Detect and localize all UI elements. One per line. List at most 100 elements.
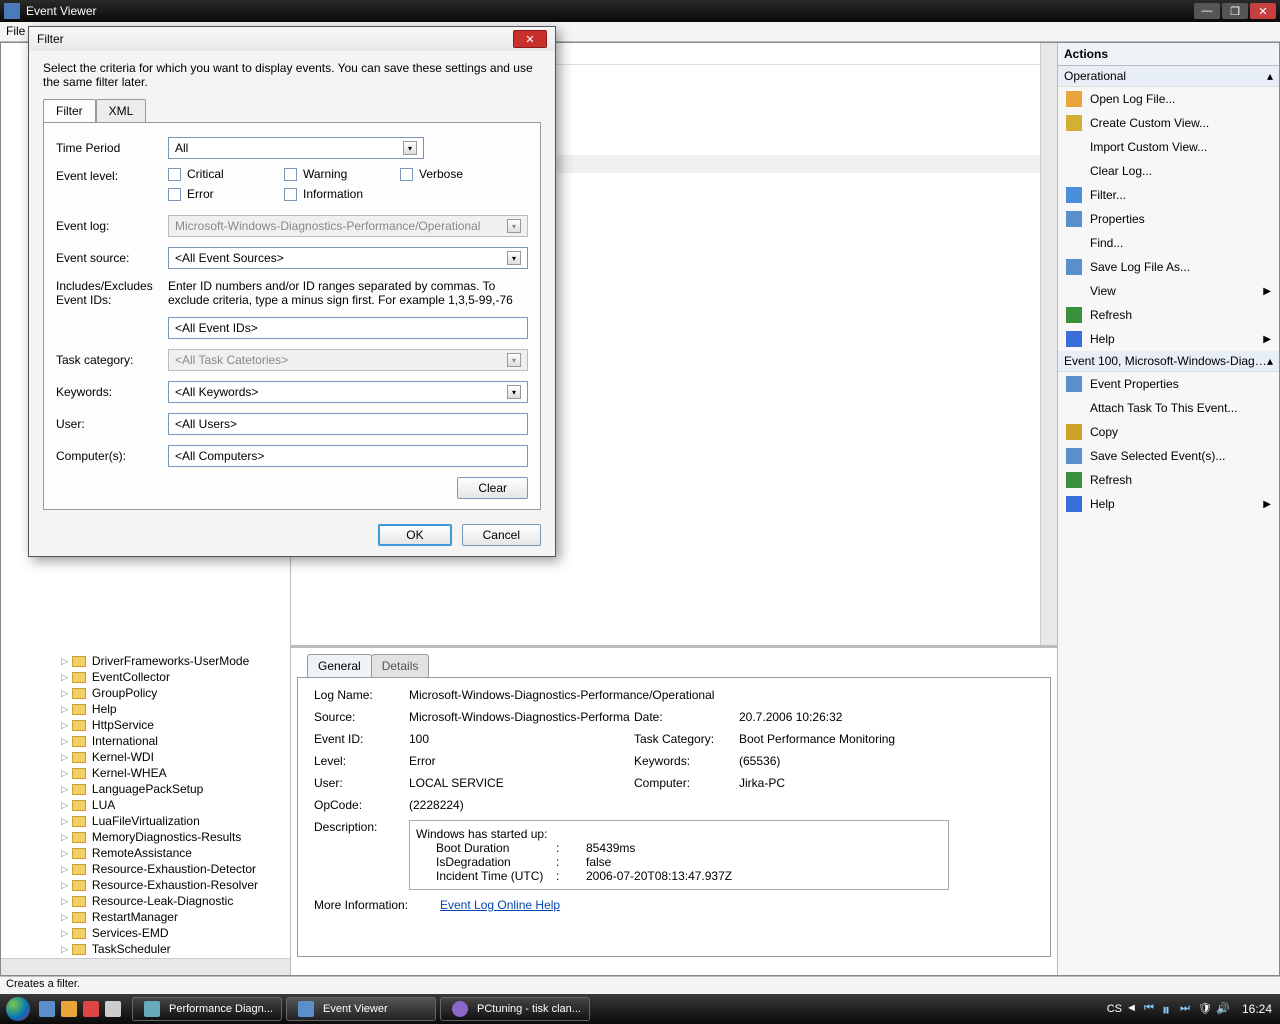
tray-icon[interactable]: ◄ <box>1126 1002 1140 1016</box>
tree-item[interactable]: ▷Resource-Exhaustion-Detector <box>1 861 290 877</box>
action-icon <box>1066 91 1082 107</box>
tree-item[interactable]: ▷RemoteAssistance <box>1 845 290 861</box>
tree-item[interactable]: ▷LanguagePackSetup <box>1 781 290 797</box>
action-icon <box>1066 472 1082 488</box>
action-item[interactable]: Help▶ <box>1058 327 1279 351</box>
clock[interactable]: 16:24 <box>1242 1002 1272 1016</box>
language-indicator[interactable]: CS <box>1107 1003 1122 1015</box>
tray-next-icon[interactable]: ⏭ <box>1180 1002 1194 1016</box>
tree-scrollbar[interactable] <box>1 958 290 975</box>
action-item[interactable]: Save Selected Event(s)... <box>1058 444 1279 468</box>
tree-item[interactable]: ▷TaskScheduler <box>1 941 290 957</box>
check-critical[interactable]: Critical <box>168 167 256 181</box>
action-item[interactable]: Import Custom View... <box>1058 135 1279 159</box>
check-error[interactable]: Error <box>168 187 256 201</box>
action-item[interactable]: Copy <box>1058 420 1279 444</box>
check-verbose[interactable]: Verbose <box>400 167 488 181</box>
quicklaunch-icon[interactable] <box>61 1001 77 1017</box>
action-item[interactable]: Open Log File... <box>1058 87 1279 111</box>
action-item[interactable]: Create Custom View... <box>1058 111 1279 135</box>
label-event-level: Event level: <box>56 169 168 183</box>
dialog-titlebar: Filter ✕ <box>29 27 555 51</box>
tab-filter[interactable]: Filter <box>43 99 96 122</box>
quicklaunch-icon[interactable] <box>105 1001 121 1017</box>
action-item[interactable]: Filter... <box>1058 183 1279 207</box>
ok-button[interactable]: OK <box>378 524 451 546</box>
select-event-source[interactable]: <All Event Sources>▾ <box>168 247 528 269</box>
tray-prev-icon[interactable]: ⏮ <box>1144 1002 1158 1016</box>
folder-icon <box>72 928 86 939</box>
select-task-category: <All Task Catetories>▾ <box>168 349 528 371</box>
label-time-period: Time Period <box>56 141 168 155</box>
action-item[interactable]: Refresh <box>1058 468 1279 492</box>
collapse-icon: ▴ <box>1267 69 1273 83</box>
folder-icon <box>72 944 86 955</box>
quicklaunch-icon[interactable] <box>83 1001 99 1017</box>
quicklaunch-icon[interactable] <box>39 1001 55 1017</box>
input-computers[interactable]: <All Computers> <box>168 445 528 467</box>
actions-section-operational[interactable]: Operational▴ <box>1058 66 1279 87</box>
taskbar-item-perfdiag[interactable]: Performance Diagn... <box>132 997 282 1021</box>
action-item[interactable]: Help▶ <box>1058 492 1279 516</box>
collapse-icon: ▴ <box>1267 354 1273 368</box>
input-user[interactable]: <All Users> <box>168 413 528 435</box>
tree-item[interactable]: ▷RestartManager <box>1 909 290 925</box>
action-icon <box>1066 307 1082 323</box>
v-keywords: (65536) <box>739 754 780 768</box>
tree-item[interactable]: ▷MemoryDiagnostics-Results <box>1 829 290 845</box>
tree-item[interactable]: ▷HttpService <box>1 717 290 733</box>
detail-tab-details[interactable]: Details <box>371 654 430 677</box>
tree-item[interactable]: ▷International <box>1 733 290 749</box>
actions-section-event[interactable]: Event 100, Microsoft-Windows-Diagn...▴ <box>1058 351 1279 372</box>
detail-tab-general[interactable]: General <box>307 654 372 677</box>
action-item[interactable]: Properties <box>1058 207 1279 231</box>
tree-item[interactable]: ▷Resource-Leak-Diagnostic <box>1 893 290 909</box>
action-item[interactable]: Find... <box>1058 231 1279 255</box>
maximize-button[interactable]: ❐ <box>1222 3 1248 19</box>
check-information[interactable]: Information <box>284 187 404 201</box>
cancel-button[interactable]: Cancel <box>462 524 541 546</box>
action-icon <box>1066 259 1082 275</box>
tree-item[interactable]: ▷DriverFrameworks-UserMode <box>1 653 290 669</box>
select-event-log: Microsoft-Windows-Diagnostics-Performanc… <box>168 215 528 237</box>
tree-item[interactable]: ▷LuaFileVirtualization <box>1 813 290 829</box>
tree-item[interactable]: ▷LUA <box>1 797 290 813</box>
close-button[interactable]: ✕ <box>1250 3 1276 19</box>
chevron-right-icon: ▶ <box>1263 334 1271 345</box>
tray-icon[interactable]: 🛡 <box>1198 1002 1212 1016</box>
action-item[interactable]: Attach Task To This Event... <box>1058 396 1279 420</box>
action-item[interactable]: Refresh <box>1058 303 1279 327</box>
minimize-button[interactable]: — <box>1194 3 1220 19</box>
folder-icon <box>72 688 86 699</box>
tree-item[interactable]: ▷GroupPolicy <box>1 685 290 701</box>
tab-xml[interactable]: XML <box>96 99 147 122</box>
l-desc: Description: <box>314 820 409 834</box>
tree-item[interactable]: ▷Kernel-WHEA <box>1 765 290 781</box>
tray-pause-icon[interactable]: ⏸ <box>1162 1002 1176 1016</box>
tree-item[interactable]: ▷Resource-Exhaustion-Resolver <box>1 877 290 893</box>
v-level: Error <box>409 754 634 768</box>
tree-item[interactable]: ▷EventCollector <box>1 669 290 685</box>
action-item[interactable]: Clear Log... <box>1058 159 1279 183</box>
tree-item[interactable]: ▷Help <box>1 701 290 717</box>
tree-item[interactable]: ▷Services-EMD <box>1 925 290 941</box>
action-item[interactable]: Save Log File As... <box>1058 255 1279 279</box>
grid-scrollbar[interactable] <box>1040 43 1057 645</box>
taskbar-item-pctuning[interactable]: PCtuning - tisk clan... <box>440 997 590 1021</box>
tray-volume-icon[interactable]: 🔊 <box>1216 1002 1230 1016</box>
label-event-log: Event log: <box>56 219 168 233</box>
taskbar-item-eventviewer[interactable]: Event Viewer <box>286 997 436 1021</box>
action-item[interactable]: View▶ <box>1058 279 1279 303</box>
clear-button[interactable]: Clear <box>457 477 528 499</box>
check-warning[interactable]: Warning <box>284 167 372 181</box>
input-event-ids[interactable]: <All Event IDs> <box>168 317 528 339</box>
action-icon <box>1066 448 1082 464</box>
tree-item[interactable]: ▷Kernel-WDI <box>1 749 290 765</box>
link-online-help[interactable]: Event Log Online Help <box>440 898 560 912</box>
menu-file[interactable]: File <box>6 24 25 38</box>
dialog-close-button[interactable]: ✕ <box>513 30 547 48</box>
select-time-period[interactable]: All▾ <box>168 137 424 159</box>
select-keywords[interactable]: <All Keywords>▾ <box>168 381 528 403</box>
action-item[interactable]: Event Properties <box>1058 372 1279 396</box>
start-button[interactable] <box>0 994 36 1024</box>
